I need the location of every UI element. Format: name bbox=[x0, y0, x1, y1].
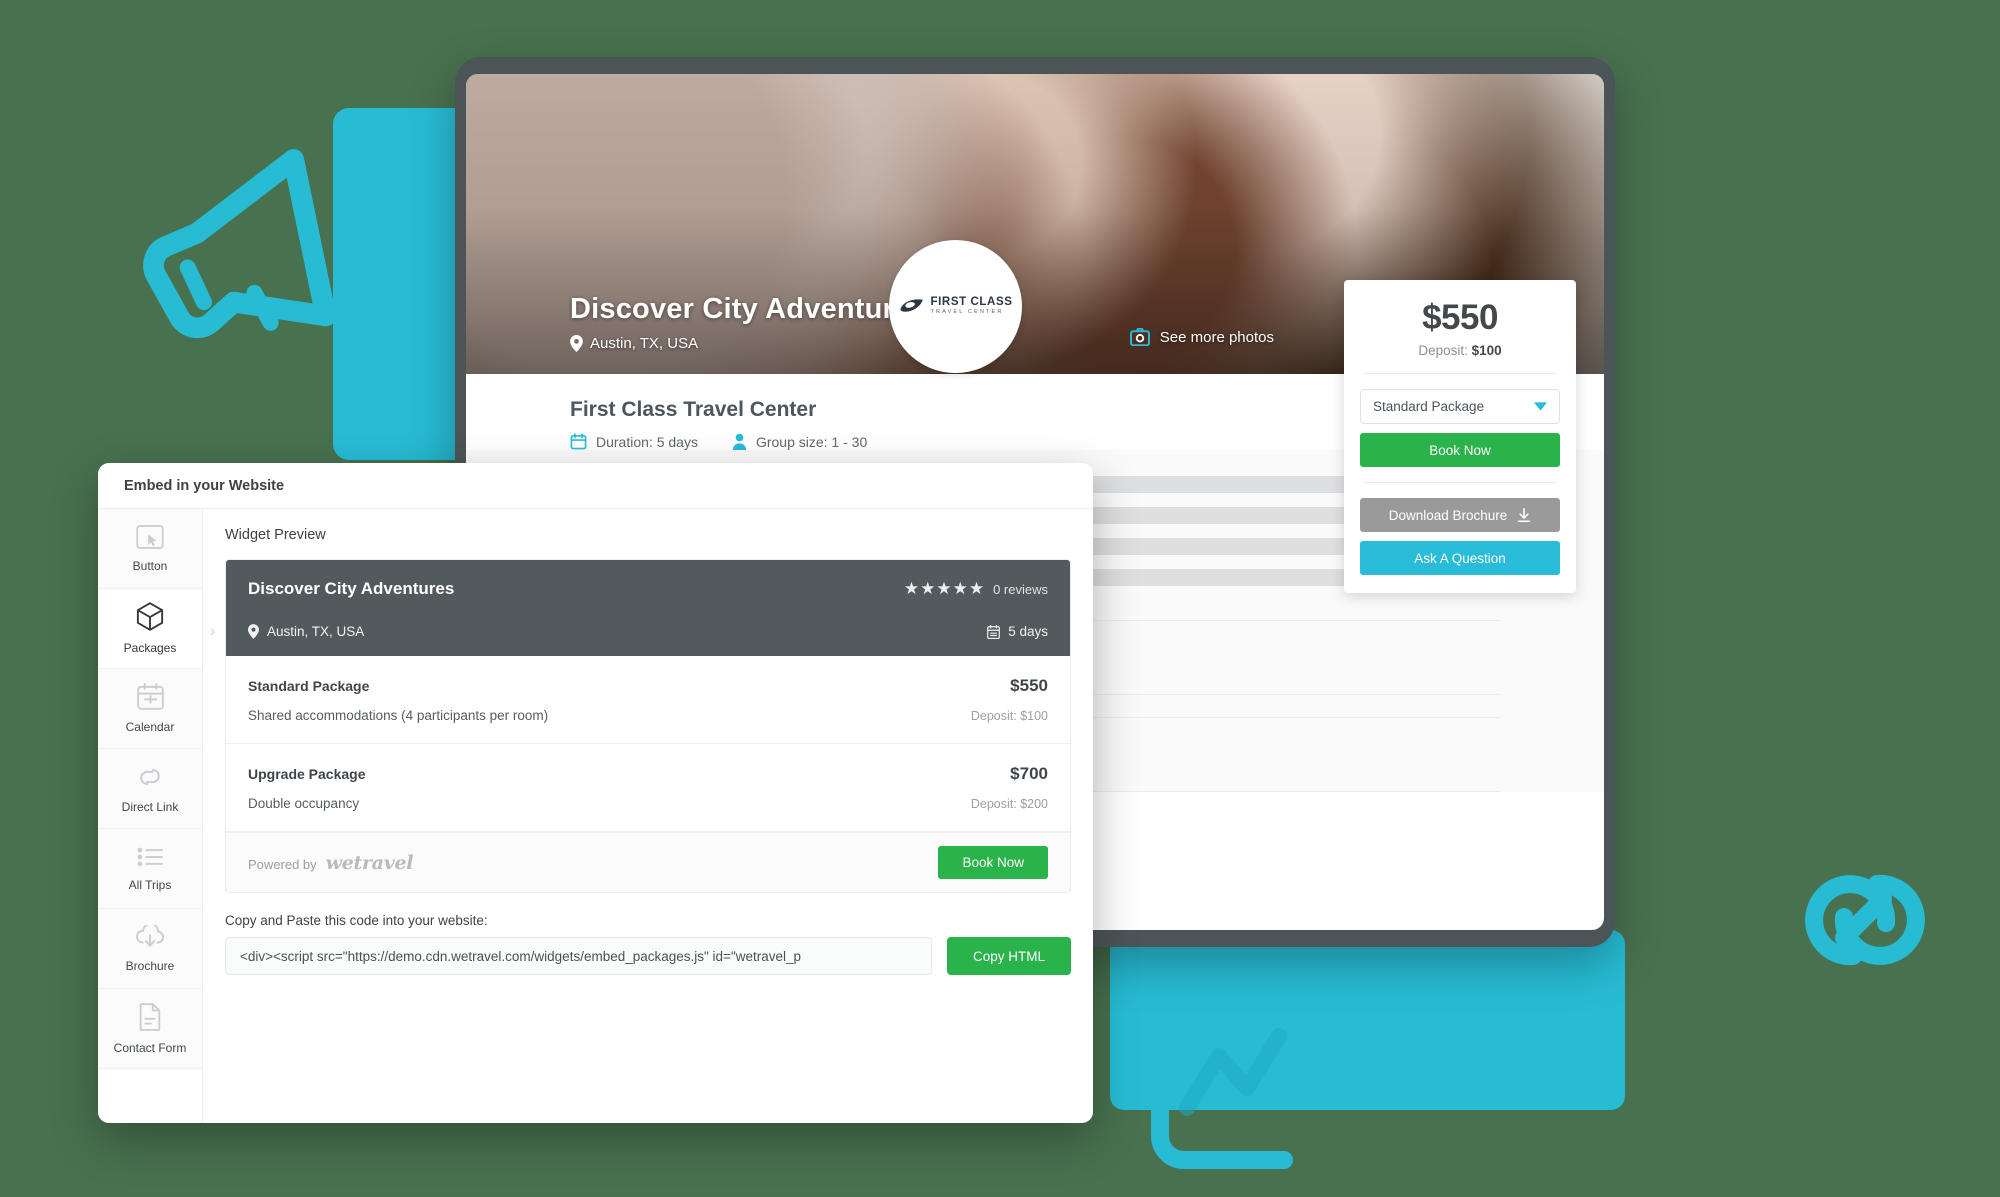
first-class-mark-icon bbox=[900, 299, 923, 312]
map-pin-icon bbox=[570, 335, 583, 352]
sidebar-item-label: Contact Form bbox=[113, 1040, 187, 1055]
download-brochure-button[interactable]: Download Brochure bbox=[1360, 498, 1560, 532]
booking-price: $550 bbox=[1422, 298, 1498, 337]
booking-deposit-value: $100 bbox=[1471, 343, 1502, 358]
hero-location: Austin, TX, USA bbox=[570, 335, 927, 352]
package-price: $700 bbox=[1010, 764, 1048, 783]
link-icon bbox=[1805, 874, 1925, 966]
widget-location: Austin, TX, USA bbox=[248, 624, 364, 639]
widget-card-header: Discover City Adventures ★★★★★ 0 reviews… bbox=[226, 560, 1070, 656]
cursor-click-icon bbox=[136, 524, 164, 552]
sidebar-item-packages[interactable]: Packages › bbox=[98, 589, 215, 669]
sidebar-item-brochure[interactable]: Brochure bbox=[98, 909, 202, 989]
copy-html-button[interactable]: Copy HTML bbox=[946, 937, 1071, 975]
calendar-icon bbox=[136, 683, 164, 713]
logo-line-2: TRAVEL CENTER bbox=[930, 309, 1004, 316]
chart-line-icon bbox=[1179, 1028, 1287, 1116]
sidebar-item-calendar[interactable]: Calendar bbox=[98, 669, 202, 749]
sidebar-item-label: Packages bbox=[123, 641, 177, 655]
camera-icon bbox=[1129, 328, 1150, 346]
embed-main-panel: Widget Preview Discover City Adventures … bbox=[203, 509, 1093, 1123]
booking-deposit: Deposit: $100 bbox=[1360, 343, 1560, 358]
sidebar-item-label: Direct Link bbox=[121, 799, 179, 814]
teal-rectangle-bottom bbox=[1110, 930, 1625, 1110]
embed-code-input[interactable]: <div><script src="https://demo.cdn.wetra… bbox=[225, 937, 932, 975]
see-more-photos-label: See more photos bbox=[1159, 328, 1274, 346]
calendar-icon bbox=[570, 433, 587, 450]
download-icon bbox=[1518, 508, 1531, 522]
package-select[interactable]: Standard Package bbox=[1360, 389, 1560, 424]
widget-location-text: Austin, TX, USA bbox=[267, 624, 365, 639]
page-title: Discover City Adventures bbox=[570, 293, 927, 325]
sidebar-item-label: All Trips bbox=[128, 877, 172, 892]
download-brochure-label: Download Brochure bbox=[1388, 507, 1508, 523]
hero-text-block: Discover City Adventures Austin, TX, USA bbox=[570, 293, 927, 352]
sidebar-item-all-trips[interactable]: All Trips bbox=[98, 829, 202, 909]
widget-rating: ★★★★★ 0 reviews bbox=[904, 579, 1048, 599]
embed-sidebar: Button Packages › Calendar Direct Link A… bbox=[98, 509, 215, 1123]
package-name: Standard Package bbox=[248, 678, 370, 694]
hero-location-text: Austin, TX, USA bbox=[590, 335, 699, 352]
widget-duration-text: 5 days bbox=[1008, 624, 1048, 639]
booking-panel: $550 Deposit: $100 Standard Package Book… bbox=[1344, 280, 1576, 593]
list-icon bbox=[136, 846, 164, 871]
powered-by-label: Powered by bbox=[248, 856, 317, 872]
widget-footer: Powered by wetravel Book Now bbox=[226, 832, 1070, 892]
sidebar-item-label: Calendar bbox=[125, 720, 175, 734]
sidebar-item-direct-link[interactable]: Direct Link bbox=[98, 749, 202, 829]
divider bbox=[1364, 482, 1556, 483]
divider bbox=[1364, 373, 1556, 374]
embed-modal-body: Button Packages › Calendar Direct Link A… bbox=[98, 509, 1093, 1123]
booking-deposit-label: Deposit: bbox=[1418, 343, 1468, 358]
trip-duration-text: Duration: 5 days bbox=[596, 433, 698, 450]
package-deposit: Deposit: $200 bbox=[970, 797, 1048, 811]
widget-preview-card: Discover City Adventures ★★★★★ 0 reviews… bbox=[225, 559, 1071, 893]
widget-trip-title: Discover City Adventures bbox=[248, 579, 455, 598]
package-select-value: Standard Package bbox=[1373, 399, 1485, 414]
package-name: Upgrade Package bbox=[248, 766, 366, 782]
ask-a-question-button[interactable]: Ask A Question bbox=[1360, 541, 1560, 575]
megaphone-icon bbox=[143, 149, 337, 339]
widget-preview-label: Widget Preview bbox=[225, 527, 326, 543]
sidebar-item-contact-form[interactable]: Contact Form bbox=[98, 989, 202, 1069]
trip-duration: Duration: 5 days bbox=[570, 433, 698, 450]
star-rating-icon: ★★★★★ bbox=[903, 579, 986, 598]
map-pin-icon bbox=[248, 624, 259, 639]
calendar-icon bbox=[987, 624, 1001, 639]
widget-duration: 5 days bbox=[987, 624, 1048, 639]
embed-modal-title: Embed in your Website bbox=[98, 463, 1093, 509]
cloud-download-icon bbox=[135, 922, 165, 952]
see-more-photos-button[interactable]: See more photos bbox=[1129, 328, 1274, 346]
package-row[interactable]: Standard Package $550 Shared accommodati… bbox=[226, 656, 1070, 744]
package-deposit: Deposit: $100 bbox=[970, 709, 1048, 723]
operator-logo-badge: FIRST CLASS TRAVEL CENTER bbox=[889, 240, 1022, 373]
review-count: 0 reviews bbox=[993, 581, 1048, 597]
document-icon bbox=[138, 1002, 162, 1034]
sidebar-item-button[interactable]: Button bbox=[98, 509, 202, 589]
trip-group-size-text: Group size: 1 - 30 bbox=[755, 433, 868, 450]
package-row[interactable]: Upgrade Package $700 Double occupancy De… bbox=[226, 744, 1070, 832]
sidebar-item-label: Brochure bbox=[125, 958, 175, 973]
cube-icon bbox=[136, 602, 164, 634]
powered-by-block: Powered by wetravel bbox=[248, 852, 413, 874]
package-description: Double occupancy bbox=[248, 796, 360, 811]
logo-line-1: FIRST CLASS bbox=[930, 295, 1013, 308]
person-icon bbox=[732, 433, 747, 450]
book-now-button[interactable]: Book Now bbox=[1360, 433, 1560, 467]
embed-in-your-website-modal: Embed in your Website Button Packages › … bbox=[98, 463, 1093, 1123]
embed-code-label: Copy and Paste this code into your websi… bbox=[225, 913, 488, 928]
link-icon bbox=[136, 764, 164, 793]
wetravel-logo: wetravel bbox=[325, 851, 414, 874]
widget-book-now-button[interactable]: Book Now bbox=[938, 846, 1048, 879]
embed-code-row: <div><script src="https://demo.cdn.wetra… bbox=[225, 937, 1071, 975]
chevron-down-icon bbox=[1534, 402, 1547, 411]
trip-group-size: Group size: 1 - 30 bbox=[732, 433, 867, 450]
package-price: $550 bbox=[1010, 676, 1048, 695]
package-description: Shared accommodations (4 participants pe… bbox=[248, 708, 549, 723]
curved-line-decoration bbox=[1151, 1040, 1293, 1169]
sidebar-item-label: Button bbox=[132, 558, 168, 573]
